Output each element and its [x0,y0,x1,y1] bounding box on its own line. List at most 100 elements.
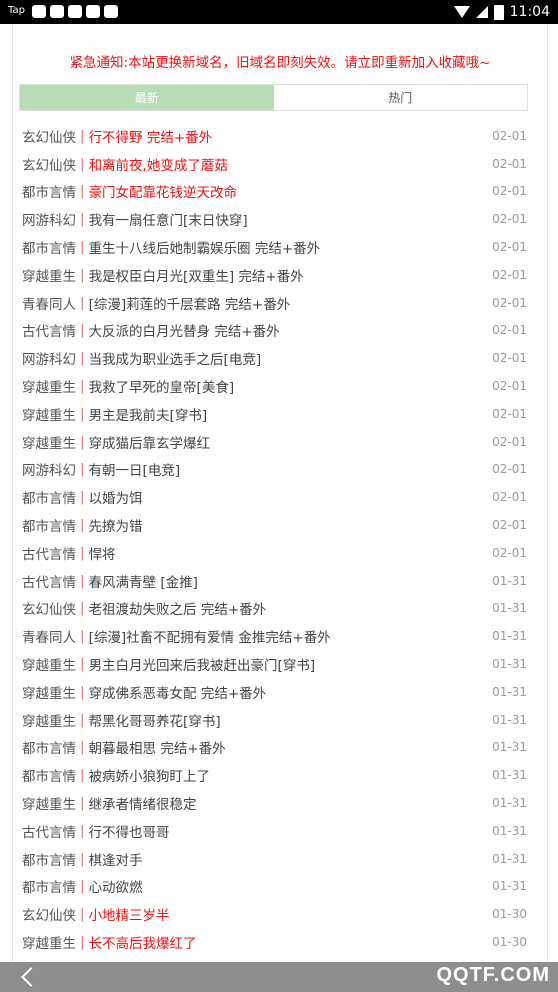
novel-title-link[interactable]: 重生十八线后她制霸娱乐圈 完结+番外 [89,237,485,257]
update-date: 01-31 [492,712,527,727]
list-item[interactable]: 青春同人 | [综漫]莉莲的千层套路 完结+番外 02-01 [22,289,527,317]
novel-title-link[interactable]: [综漫]社畜不配拥有爱情 金推完结+番外 [89,626,485,646]
novel-title-link[interactable]: 棋逢对手 [89,849,485,869]
list-item[interactable]: 都市言情 | 棋逢对手 01-31 [22,845,527,873]
list-item[interactable]: 穿越重生 | 穿成猫后靠玄学爆红 02-01 [22,428,527,456]
category-label[interactable]: 穿越重生 [22,432,76,452]
category-label[interactable]: 都市言情 [22,181,76,201]
watermark: QQTF.COM [436,964,550,986]
list-item[interactable]: 古代言情 | 大反派的白月光替身 完结+番外 02-01 [22,317,527,345]
category-label[interactable]: 古代言情 [22,571,76,591]
category-label[interactable]: 网游科幻 [22,348,76,368]
category-label[interactable]: 都市言情 [22,765,76,785]
list-item[interactable]: 网游科幻 | 有朝一日[电竞] 02-01 [22,456,527,484]
novel-title-link[interactable]: 大反派的白月光替身 完结+番外 [89,320,485,340]
novel-title-link[interactable]: 行不得也哥哥 [89,821,485,841]
separator: | [80,683,85,700]
category-label[interactable]: 玄幻仙侠 [22,598,76,618]
list-item[interactable]: 穿越重生 | 男主是我前夫[穿书] 02-01 [22,400,527,428]
list-item[interactable]: 都市言情 | 心动欲燃 01-31 [22,873,527,901]
novel-title-link[interactable]: 豪门女配靠花钱逆天改命 [89,181,485,201]
list-item[interactable]: 穿越重生 | 帮黑化哥哥养花[穿书] 01-31 [22,706,527,734]
category-label[interactable]: 网游科幻 [22,209,76,229]
category-label[interactable]: 都市言情 [22,515,76,535]
novel-title-link[interactable]: [综漫]莉莲的千层套路 完结+番外 [89,293,485,313]
novel-title-link[interactable]: 我有一扇任意门[末日快穿] [89,209,485,229]
list-item[interactable]: 都市言情 | 豪门女配靠花钱逆天改命 02-01 [22,178,527,206]
novel-title-link[interactable]: 我是权臣白月光[双重生] 完结+番外 [89,265,485,285]
category-label[interactable]: 古代言情 [22,821,76,841]
list-item[interactable]: 古代言情 | 春风满青壁 [金推] 01-31 [22,567,527,595]
novel-title-link[interactable]: 被病娇小狼狗盯上了 [89,765,485,785]
list-item[interactable]: 都市言情 | 重生十八线后她制霸娱乐圈 完结+番外 02-01 [22,233,527,261]
list-item[interactable]: 穿越重生 | 男主白月光回来后我被赶出豪门[穿书] 01-31 [22,650,527,678]
category-label[interactable]: 穿越重生 [22,265,76,285]
novel-title-link[interactable]: 我救了早死的皇帝[美食] [89,376,485,396]
category-label[interactable]: 穿越重生 [22,710,76,730]
list-item[interactable]: 都市言情 | 先撩为错 02-01 [22,511,527,539]
category-label[interactable]: 青春同人 [22,293,76,313]
separator: | [80,711,85,728]
category-label[interactable]: 都市言情 [22,487,76,507]
novel-title-link[interactable]: 和离前夜,她变成了蘑菇 [89,154,485,174]
novel-title-link[interactable]: 长不高后我爆红了 [89,932,485,952]
novel-title-link[interactable]: 春风满青壁 [金推] [89,571,485,591]
novel-title-link[interactable]: 行不得野 完结+番外 [89,126,485,146]
notification-icon [50,5,64,18]
category-label[interactable]: 穿越重生 [22,682,76,702]
list-item[interactable]: 网游科幻 | 当我成为职业选手之后[电竞] 02-01 [22,344,527,372]
novel-title-link[interactable]: 心动欲燃 [89,876,485,896]
list-item[interactable]: 穿越重生 | 穿成佛系恶毒女配 完结+番外 01-31 [22,678,527,706]
list-item[interactable]: 都市言情 | 以婚为饵 02-01 [22,483,527,511]
category-label[interactable]: 都市言情 [22,849,76,869]
back-arrow-icon[interactable] [21,967,41,987]
novel-title-link[interactable]: 悍将 [89,543,485,563]
novel-title-link[interactable]: 男主是我前夫[穿书] [89,404,485,424]
novel-title-link[interactable]: 先撩为错 [89,515,485,535]
list-item[interactable]: 穿越重生 | 长不高后我爆红了 01-30 [22,928,527,956]
novel-title-link[interactable]: 当我成为职业选手之后[电竞] [89,348,485,368]
tab-popular[interactable]: 热门 [273,85,527,110]
novel-title-link[interactable]: 穿成猫后靠玄学爆红 [89,432,485,452]
novel-title-link[interactable]: 穿成佛系恶毒女配 完结+番外 [89,682,485,702]
novel-title-link[interactable]: 男主白月光回来后我被赶出豪门[穿书] [89,654,485,674]
category-label[interactable]: 穿越重生 [22,793,76,813]
list-item[interactable]: 玄幻仙侠 | 老祖渡劫失败之后 完结+番外 01-31 [22,595,527,623]
category-label[interactable]: 穿越重生 [22,654,76,674]
tab-latest[interactable]: 最新 [20,85,274,110]
category-label[interactable]: 网游科幻 [22,459,76,479]
list-item[interactable]: 玄幻仙侠 | 小地精三岁半 01-30 [22,900,527,928]
list-item[interactable]: 玄幻仙侠 | 行不得野 完结+番外 02-01 [22,122,527,150]
category-label[interactable]: 古代言情 [22,320,76,340]
list-item[interactable]: 古代言情 | 悍将 02-01 [22,539,527,567]
list-item[interactable]: 穿越重生 | 继承者情绪很稳定 01-31 [22,789,527,817]
list-item[interactable]: 都市言情 | 朝暮最相思 完结+番外 01-31 [22,734,527,762]
list-item[interactable]: 古代言情 | 行不得也哥哥 01-31 [22,817,527,845]
novel-title-link[interactable]: 有朝一日[电竞] [89,459,485,479]
category-label[interactable]: 都市言情 [22,876,76,896]
novel-title-link[interactable]: 以婚为饵 [89,487,485,507]
novel-title-link[interactable]: 小地精三岁半 [89,904,485,924]
novel-title-link[interactable]: 帮黑化哥哥养花[穿书] [89,710,485,730]
list-item[interactable]: 穿越重生 | 我救了早死的皇帝[美食] 02-01 [22,372,527,400]
category-label[interactable]: 玄幻仙侠 [22,154,76,174]
category-label[interactable]: 玄幻仙侠 [22,904,76,924]
separator: | [80,433,85,450]
novel-title-link[interactable]: 朝暮最相思 完结+番外 [89,737,485,757]
category-label[interactable]: 都市言情 [22,737,76,757]
list-item[interactable]: 穿越重生 | 我是权臣白月光[双重生] 完结+番外 02-01 [22,261,527,289]
list-item[interactable]: 都市言情 | 被病娇小狼狗盯上了 01-31 [22,761,527,789]
novel-title-link[interactable]: 老祖渡劫失败之后 完结+番外 [89,598,485,618]
category-label[interactable]: 古代言情 [22,543,76,563]
category-label[interactable]: 都市言情 [22,237,76,257]
list-item[interactable]: 青春同人 | [综漫]社畜不配拥有爱情 金推完结+番外 01-31 [22,622,527,650]
category-label[interactable]: 穿越重生 [22,932,76,952]
category-label[interactable]: 穿越重生 [22,376,76,396]
category-label[interactable]: 玄幻仙侠 [22,126,76,146]
novel-title-link[interactable]: 继承者情绪很稳定 [89,793,485,813]
category-label[interactable]: 青春同人 [22,626,76,646]
list-item[interactable]: 网游科幻 | 我有一扇任意门[末日快穿] 02-01 [22,205,527,233]
category-label[interactable]: 穿越重生 [22,404,76,424]
list-item[interactable]: 玄幻仙侠 | 和离前夜,她变成了蘑菇 02-01 [22,150,527,178]
notification-icon [32,5,46,18]
